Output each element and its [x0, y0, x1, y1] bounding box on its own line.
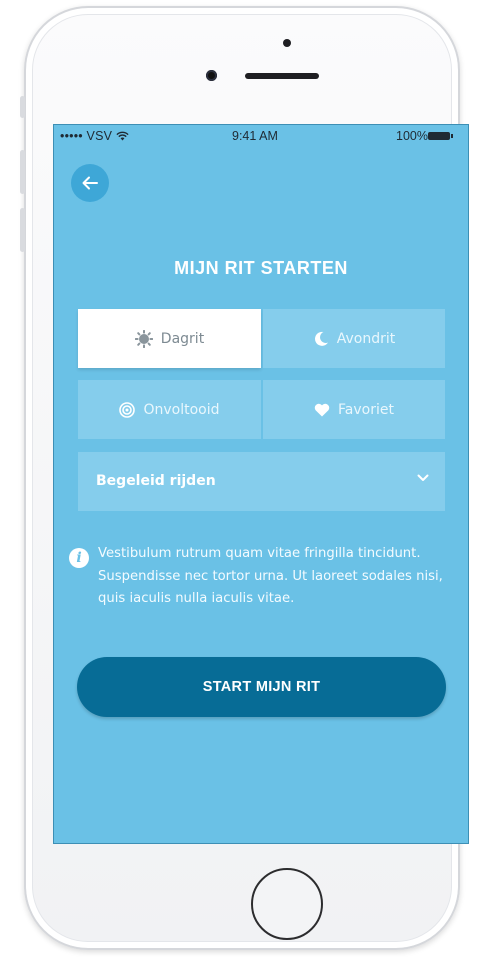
- info-text: Vestibulum rutrum quam vitae fringilla t…: [98, 546, 443, 606]
- volume-up-button[interactable]: [20, 150, 25, 194]
- sun-icon: [134, 329, 153, 348]
- status-bar: ••••• VSV 9:41 AM 100%: [54, 125, 468, 147]
- status-time: 9:41 AM: [232, 129, 278, 143]
- battery-percent: 100%: [396, 129, 428, 143]
- target-icon: [119, 401, 136, 418]
- option-onvoltooid[interactable]: Onvoltooid: [78, 380, 261, 439]
- chevron-down-icon: [417, 474, 429, 481]
- start-ride-label: START MIJN RIT: [202, 679, 321, 695]
- carrier-signal: ••••• VSV: [60, 129, 129, 143]
- heart-icon: [314, 403, 330, 416]
- option-label: Dagrit: [160, 330, 205, 347]
- earpiece-speaker: [245, 73, 319, 79]
- option-label: Favoriet: [338, 401, 394, 418]
- mute-switch[interactable]: [20, 96, 25, 118]
- proximity-sensor: [283, 39, 291, 47]
- battery-icon: [428, 132, 453, 140]
- back-button[interactable]: [71, 164, 109, 202]
- option-dagrit[interactable]: Dagrit: [78, 309, 261, 368]
- page-title: MIJN RIT STARTEN: [174, 258, 348, 278]
- start-ride-button[interactable]: START MIJN RIT: [77, 657, 446, 717]
- dropdown-value: Begeleid rijden: [96, 473, 216, 489]
- volume-down-button[interactable]: [20, 208, 25, 252]
- option-avondrit[interactable]: Avondrit: [263, 309, 445, 368]
- wifi-icon: [116, 131, 129, 141]
- ride-type-dropdown[interactable]: Begeleid rijden: [78, 452, 445, 511]
- moon-icon: [314, 331, 328, 346]
- arrow-left-icon: [82, 176, 98, 190]
- carrier-label: ••••• VSV: [60, 129, 113, 143]
- info-icon: i: [69, 548, 89, 568]
- app-screen: ••••• VSV 9:41 AM 100% MIJN RIT STARTEN: [53, 124, 469, 844]
- front-camera-icon: [206, 70, 217, 81]
- home-button[interactable]: [251, 868, 323, 940]
- option-favoriet[interactable]: Favoriet: [263, 380, 445, 439]
- option-label: Avondrit: [336, 330, 396, 347]
- option-label: Onvoltooid: [143, 401, 220, 418]
